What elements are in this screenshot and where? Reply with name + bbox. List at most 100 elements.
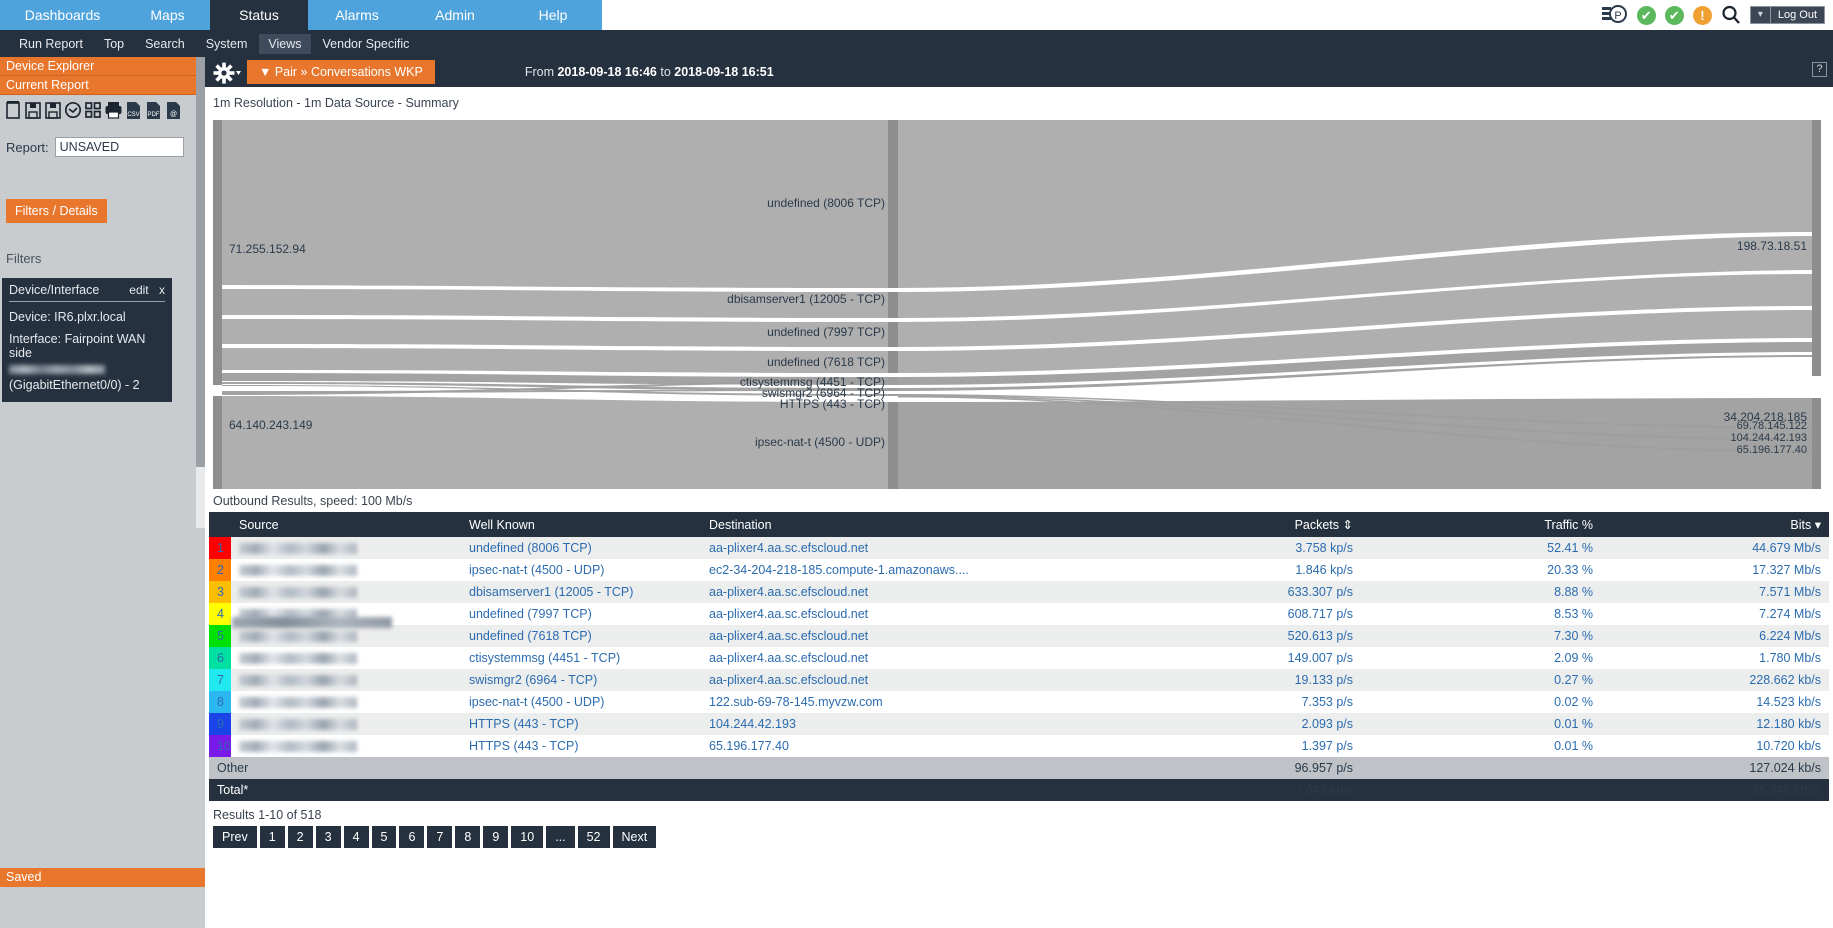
top-nav-item-dashboards[interactable]: Dashboards [0,0,125,30]
sub-nav-item-views[interactable]: Views [259,33,311,54]
trash-icon[interactable] [4,100,23,121]
report-name-input[interactable] [54,137,184,157]
col-destination[interactable]: Destination [701,512,1121,537]
row-destination[interactable]: 104.244.42.193 [701,713,1121,735]
top-nav-item-maps[interactable]: Maps [125,0,210,30]
row-packets: 2.093 p/s [1121,713,1361,735]
sub-nav-item-vendor-specific[interactable]: Vendor Specific [314,34,419,54]
sub-navigation: Run Report Top Search System Views Vendor Spe… [0,30,1833,57]
row-destination[interactable]: ec2-34-204-218-185.compute-1.amazonaws..… [701,559,1121,581]
logout-button[interactable]: ▾ Log Out [1749,6,1825,24]
row-traffic: 8.88 % [1361,581,1601,603]
row-well-known[interactable]: ctisystemmsg (4451 - TCP) [461,647,701,669]
sub-nav-item-system[interactable]: System [197,34,257,54]
top-nav-item-help[interactable]: Help [504,0,602,30]
row-well-known[interactable]: undefined (8006 TCP) [461,537,701,559]
filter-close-icon[interactable]: x [159,283,165,297]
page-button-next[interactable]: Next [612,826,657,848]
table-row[interactable]: 7 swismgr2 (6964 - TCP) aa-plixer4.aa.sc.e… [209,669,1829,691]
page-button-6[interactable]: 6 [399,826,425,848]
row-well-known[interactable]: dbisamserver1 (12005 - TCP) [461,581,701,603]
table-row[interactable]: 3 dbisamserver1 (12005 - TCP) aa-plixer4.a… [209,581,1829,603]
col-bits[interactable]: Bits ▾ [1601,512,1829,537]
table-row[interactable]: 5 undefined (7618 TCP) aa-plixer4.aa.sc.ef… [209,625,1829,647]
row-traffic: 52.41 % [1361,537,1601,559]
sub-nav-item-top[interactable]: Top [95,34,133,54]
page-button-1[interactable]: 1 [259,826,285,848]
table-row[interactable]: 9 HTTPS (443 - TCP) 104.244.42.193 2.093 p/… [209,713,1829,735]
table-row-other-spacer [461,757,1121,779]
row-destination[interactable]: 65.196.177.40 [701,735,1121,757]
table-row[interactable]: 4 undefined (7997 TCP) aa-plixer4.aa.sc.ef… [209,603,1829,625]
page-button-10[interactable]: 10 [511,826,544,848]
top-nav-item-status[interactable]: Status [210,0,308,30]
row-well-known[interactable]: swismgr2 (6964 - TCP) [461,669,701,691]
sidebar-item-device-explorer[interactable]: Device Explorer [0,57,205,76]
row-destination[interactable]: aa-plixer4.aa.sc.efscloud.net [701,581,1121,603]
save-icon[interactable] [24,100,43,121]
check-circle-icon-1[interactable]: ✔ [1636,5,1656,25]
row-well-known[interactable]: HTTPS (443 - TCP) [461,735,701,757]
top-nav-item-admin[interactable]: Admin [406,0,504,30]
page-button-7[interactable]: 7 [427,826,453,848]
row-well-known[interactable]: undefined (7618 TCP) [461,625,701,647]
chevron-down-icon[interactable]: ▾ [1751,7,1771,23]
col-well-known[interactable]: Well Known [461,512,701,537]
row-packets: 520.613 p/s [1121,625,1361,647]
table-row[interactable]: 10 HTTPS (443 - TCP) 65.196.177.40 1.397 p/… [209,735,1829,757]
table-row[interactable]: 1 undefined (8006 TCP) aa-plixer4.aa.sc.ef… [209,537,1829,559]
row-destination[interactable]: aa-plixer4.aa.sc.efscloud.net [701,669,1121,691]
page-button-52[interactable]: 52 [577,826,610,848]
filter-edit-link[interactable]: edit [129,283,148,297]
col-packets[interactable]: Packets ⇕ [1121,512,1361,537]
table-row[interactable]: 2 ipsec-nat-t (4500 - UDP) ec2-34-204-218-… [209,559,1829,581]
col-traffic-pct[interactable]: Traffic % [1361,512,1601,537]
row-destination[interactable]: aa-plixer4.aa.sc.efscloud.net [701,537,1121,559]
row-well-known[interactable]: undefined (7997 TCP) [461,603,701,625]
row-destination[interactable]: 122.sub-69-78-145.myvzw.com [701,691,1121,713]
table-row-total-packets: 7.643 kp/s [1121,779,1361,801]
row-destination[interactable]: aa-plixer4.aa.sc.efscloud.net [701,603,1121,625]
check-circle-icon-2[interactable]: ✔ [1664,5,1684,25]
sub-nav-item-search[interactable]: Search [136,34,194,54]
save-as-icon[interactable] [44,100,63,121]
schedule-clock-icon[interactable] [64,100,83,121]
page-button-5[interactable]: 5 [371,826,397,848]
page-button-2[interactable]: 2 [287,826,313,848]
sidebar-saved-band[interactable]: Saved [0,868,205,887]
row-destination[interactable]: aa-plixer4.aa.sc.efscloud.net [701,647,1121,669]
row-well-known[interactable]: ipsec-nat-t (4500 - UDP) [461,559,701,581]
sidebar-item-current-report[interactable]: Current Report [0,76,205,95]
print-icon[interactable] [104,100,123,121]
row-well-known[interactable]: ipsec-nat-t (4500 - UDP) [461,691,701,713]
sidebar-scrollbar-thumb[interactable] [196,57,205,467]
table-row[interactable]: 6 ctisystemmsg (4451 - TCP) aa-plixer4.aa.… [209,647,1829,669]
report-name-row: Report: [0,137,205,157]
table-row[interactable]: 8 ipsec-nat-t (4500 - UDP) 122.sub-69-78-1… [209,691,1829,713]
sub-nav-item-run-report[interactable]: Run Report [10,34,92,54]
row-destination[interactable]: aa-plixer4.aa.sc.efscloud.net [701,625,1121,647]
row-well-known[interactable]: HTTPS (443 - TCP) [461,713,701,735]
email-icon[interactable]: @ [164,100,183,121]
search-icon[interactable] [1721,5,1741,25]
page-button-9[interactable]: 9 [483,826,509,848]
dashboard-icon[interactable] [84,100,103,121]
warning-circle-icon[interactable]: ! [1692,5,1712,25]
page-button-8[interactable]: 8 [455,826,481,848]
csv-icon[interactable]: CSV [124,100,143,121]
page-button-3[interactable]: 3 [315,826,341,848]
gear-icon[interactable] [213,62,241,84]
sankey-mid-node-6 [888,388,898,391]
col-source[interactable]: Source [231,512,461,537]
page-button-ellipsisellipsisellipsis[interactable]: ... [546,826,575,848]
printer-icon[interactable]: P [1601,5,1628,25]
top-nav-item-alarms[interactable]: Alarms [308,0,406,30]
pdf-icon[interactable]: PDF [144,100,163,121]
row-bits: 228.662 kb/s [1601,669,1829,691]
pair-conversations-button[interactable]: ▼ Pair » Conversations WKP [247,60,435,84]
help-icon[interactable]: ? [1812,62,1827,77]
filters-details-button[interactable]: Filters / Details [6,199,107,223]
page-button-prev[interactable]: Prev [213,826,257,848]
row-bits: 17.327 Mb/s [1601,559,1829,581]
page-button-4[interactable]: 4 [343,826,369,848]
